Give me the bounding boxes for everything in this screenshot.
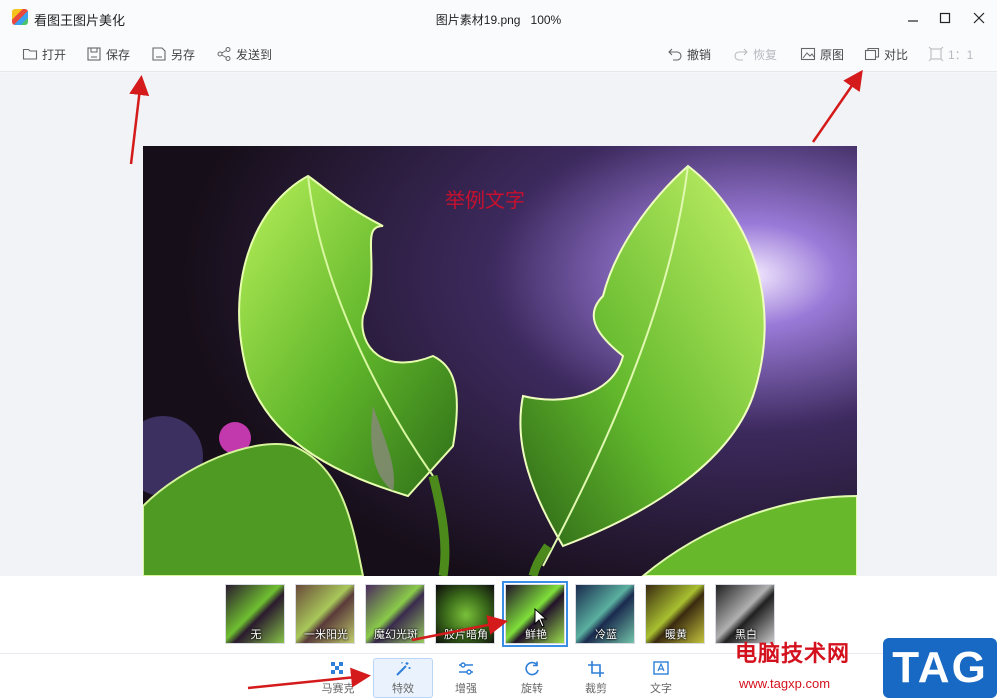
photo-preview[interactable]: 举例文字 bbox=[143, 146, 857, 576]
enhance-button[interactable]: 增强 bbox=[436, 658, 496, 698]
original-button[interactable]: 原图 bbox=[800, 42, 844, 66]
filter-label: 胶片暗角 bbox=[444, 629, 488, 641]
open-button[interactable]: 打开 bbox=[22, 42, 66, 66]
undo-icon bbox=[668, 48, 682, 61]
rotate-button[interactable]: 旋转 bbox=[502, 658, 562, 698]
file-name: 图片素材19.png bbox=[435, 13, 521, 27]
open-label: 打开 bbox=[42, 47, 67, 62]
save-as-icon bbox=[152, 47, 166, 61]
text-icon bbox=[653, 661, 669, 675]
save-button[interactable]: 保存 bbox=[86, 42, 130, 66]
effects-label: 特效 bbox=[392, 683, 414, 695]
crop-icon bbox=[588, 661, 604, 677]
save-icon bbox=[87, 47, 101, 61]
text-button[interactable]: 文字 bbox=[631, 658, 691, 698]
zoom-level: 100% bbox=[530, 13, 562, 27]
compare-icon bbox=[864, 47, 880, 61]
filter-label: 暖黄 bbox=[665, 629, 687, 641]
filter-label: 冷蓝 bbox=[595, 629, 617, 641]
redo-icon bbox=[734, 48, 748, 61]
mouse-cursor-icon bbox=[534, 608, 548, 628]
save-label: 保存 bbox=[106, 47, 131, 62]
minimize-icon bbox=[908, 20, 918, 22]
redo-button[interactable]: 恢复 bbox=[733, 42, 777, 66]
save-as-button[interactable]: 另存 bbox=[151, 42, 195, 66]
compare-button[interactable]: 对比 bbox=[864, 42, 908, 66]
filter-label: 无 bbox=[250, 629, 262, 641]
filter-label: 一米阳光 bbox=[304, 629, 348, 641]
compare-label: 对比 bbox=[884, 47, 909, 62]
title-bar: 看图王图片美化 图片素材19.png 100% bbox=[0, 0, 997, 36]
watermark-url: www.tagxp.com bbox=[739, 676, 831, 691]
document-title: 图片素材19.png 100% bbox=[0, 11, 997, 28]
main-toolbar: 打开 保存 另存 发送到 撤销 恢复 原图 对比 1：1 bbox=[0, 36, 997, 72]
close-icon bbox=[973, 12, 985, 24]
maximize-button[interactable] bbox=[931, 6, 959, 30]
minimize-button[interactable] bbox=[899, 6, 927, 30]
send-to-label: 发送到 bbox=[236, 47, 273, 62]
filter-magic-bokeh[interactable]: 魔幻光斑 bbox=[365, 584, 425, 644]
maximize-icon bbox=[939, 12, 951, 24]
filter-label: 鲜艳 bbox=[525, 629, 547, 641]
share-icon bbox=[217, 47, 231, 61]
effects-button[interactable]: 特效 bbox=[373, 658, 433, 698]
close-button[interactable] bbox=[965, 6, 993, 30]
mosaic-label: 马赛克 bbox=[321, 683, 355, 695]
send-to-button[interactable]: 发送到 bbox=[216, 42, 272, 66]
mosaic-icon bbox=[331, 662, 343, 674]
filter-label: 魔幻光斑 bbox=[374, 629, 418, 641]
rotate-label: 旋转 bbox=[521, 683, 543, 695]
undo-label: 撤销 bbox=[687, 47, 712, 62]
original-label: 原图 bbox=[820, 47, 845, 62]
filter-none[interactable]: 无 bbox=[225, 584, 285, 644]
filter-warm-yellow[interactable]: 暖黄 bbox=[645, 584, 705, 644]
text-label: 文字 bbox=[650, 683, 672, 695]
fit-frame-icon bbox=[928, 46, 944, 62]
image-icon bbox=[800, 47, 816, 61]
filter-cool-blue[interactable]: 冷蓝 bbox=[575, 584, 635, 644]
rotate-icon bbox=[525, 661, 539, 676]
site-watermark: 电脑技术网 www.tagxp.com TAG bbox=[735, 636, 997, 700]
crop-label: 裁剪 bbox=[585, 683, 607, 695]
filter-sunshine[interactable]: 一米阳光 bbox=[295, 584, 355, 644]
filter-black-white[interactable]: 黑白 bbox=[715, 584, 775, 644]
folder-icon bbox=[22, 48, 38, 60]
magic-wand-icon bbox=[396, 662, 411, 676]
watermark-badge: TAG bbox=[883, 638, 997, 698]
sliders-icon bbox=[459, 662, 473, 675]
enhance-label: 增强 bbox=[455, 683, 477, 695]
save-as-label: 另存 bbox=[171, 47, 196, 62]
actual-size-button[interactable]: 1：1 bbox=[928, 42, 973, 66]
actual-size-label: 1：1 bbox=[948, 47, 974, 62]
crop-button[interactable]: 裁剪 bbox=[566, 658, 626, 698]
redo-label: 恢复 bbox=[753, 47, 778, 62]
mosaic-button[interactable]: 马赛克 bbox=[308, 658, 368, 698]
undo-button[interactable]: 撤销 bbox=[667, 42, 711, 66]
overlay-text[interactable]: 举例文字 bbox=[445, 184, 525, 213]
filter-film-vignette[interactable]: 胶片暗角 bbox=[435, 584, 495, 644]
watermark-site-name: 电脑技术网 bbox=[735, 641, 851, 666]
